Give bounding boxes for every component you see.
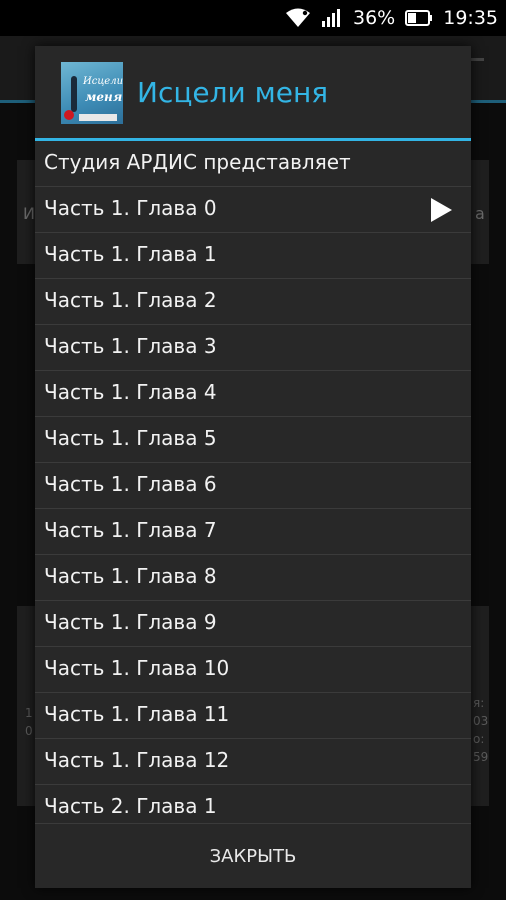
chapter-list[interactable]: Студия АРДИС представляет Часть 1. Глава … (35, 141, 471, 823)
battery-percent: 36% (353, 7, 396, 29)
chapter-label: Часть 1. Глава 1 (44, 242, 217, 266)
list-item[interactable]: Часть 1. Глава 7 (35, 509, 471, 555)
background-text: И (23, 204, 35, 223)
list-item[interactable]: Часть 1. Глава 12 (35, 739, 471, 785)
list-item[interactable]: Часть 1. Глава 10 (35, 647, 471, 693)
background-text: я: (473, 696, 485, 710)
list-item[interactable]: Студия АРДИС представляет (35, 141, 471, 187)
chapter-label: Часть 1. Глава 8 (44, 564, 217, 588)
chapter-label: Часть 1. Глава 4 (44, 380, 217, 404)
chapter-label: Часть 1. Глава 7 (44, 518, 217, 542)
list-item[interactable]: Часть 2. Глава 1 (35, 785, 471, 823)
list-item[interactable]: Часть 1. Глава 6 (35, 463, 471, 509)
signal-icon (321, 8, 343, 28)
wifi-icon (285, 8, 311, 28)
chapter-label: Часть 1. Глава 9 (44, 610, 217, 634)
chapter-label: Часть 1. Глава 0 (44, 196, 217, 220)
chapter-label: Часть 1. Глава 3 (44, 334, 217, 358)
background-text: 59 (473, 750, 489, 764)
dialog-title: Исцели меня (137, 76, 329, 109)
chapter-label: Часть 2. Глава 1 (44, 794, 217, 818)
chapter-label: Часть 1. Глава 11 (44, 702, 230, 726)
dialog-footer: ЗАКРЫТЬ (35, 823, 471, 888)
list-item[interactable]: Часть 1. Глава 11 (35, 693, 471, 739)
dialog-header: Исцели меня Исцели меня (35, 46, 471, 138)
background-text: 03 (473, 714, 489, 728)
clock: 19:35 (443, 7, 498, 29)
background-text: 1 (25, 706, 33, 720)
list-item[interactable]: Часть 1. Глава 4 (35, 371, 471, 417)
book-cover-icon: Исцели меня (61, 62, 123, 124)
chapter-dialog: Исцели меня Исцели меня Студия АРДИС пре… (35, 46, 471, 888)
list-item[interactable]: Часть 1. Глава 0 (35, 187, 471, 233)
chapter-label: Часть 1. Глава 12 (44, 748, 230, 772)
chapter-label: Студия АРДИС представляет (44, 150, 351, 174)
list-item[interactable]: Часть 1. Глава 5 (35, 417, 471, 463)
chapter-label: Часть 1. Глава 10 (44, 656, 230, 680)
close-button[interactable]: ЗАКРЫТЬ (35, 824, 471, 888)
list-item[interactable]: Часть 1. Глава 8 (35, 555, 471, 601)
chapter-label: Часть 1. Глава 6 (44, 472, 217, 496)
status-bar: 36% 19:35 (0, 0, 506, 36)
play-icon[interactable] (429, 197, 453, 223)
chapter-label: Часть 1. Глава 2 (44, 288, 217, 312)
background-text: о: (473, 732, 485, 746)
background-text: 0 (25, 724, 33, 738)
list-item[interactable]: Часть 1. Глава 3 (35, 325, 471, 371)
list-item[interactable]: Часть 1. Глава 2 (35, 279, 471, 325)
battery-icon (405, 10, 433, 26)
chapter-label: Часть 1. Глава 5 (44, 426, 217, 450)
background-text: а (475, 204, 485, 223)
list-item[interactable]: Часть 1. Глава 1 (35, 233, 471, 279)
list-item[interactable]: Часть 1. Глава 9 (35, 601, 471, 647)
